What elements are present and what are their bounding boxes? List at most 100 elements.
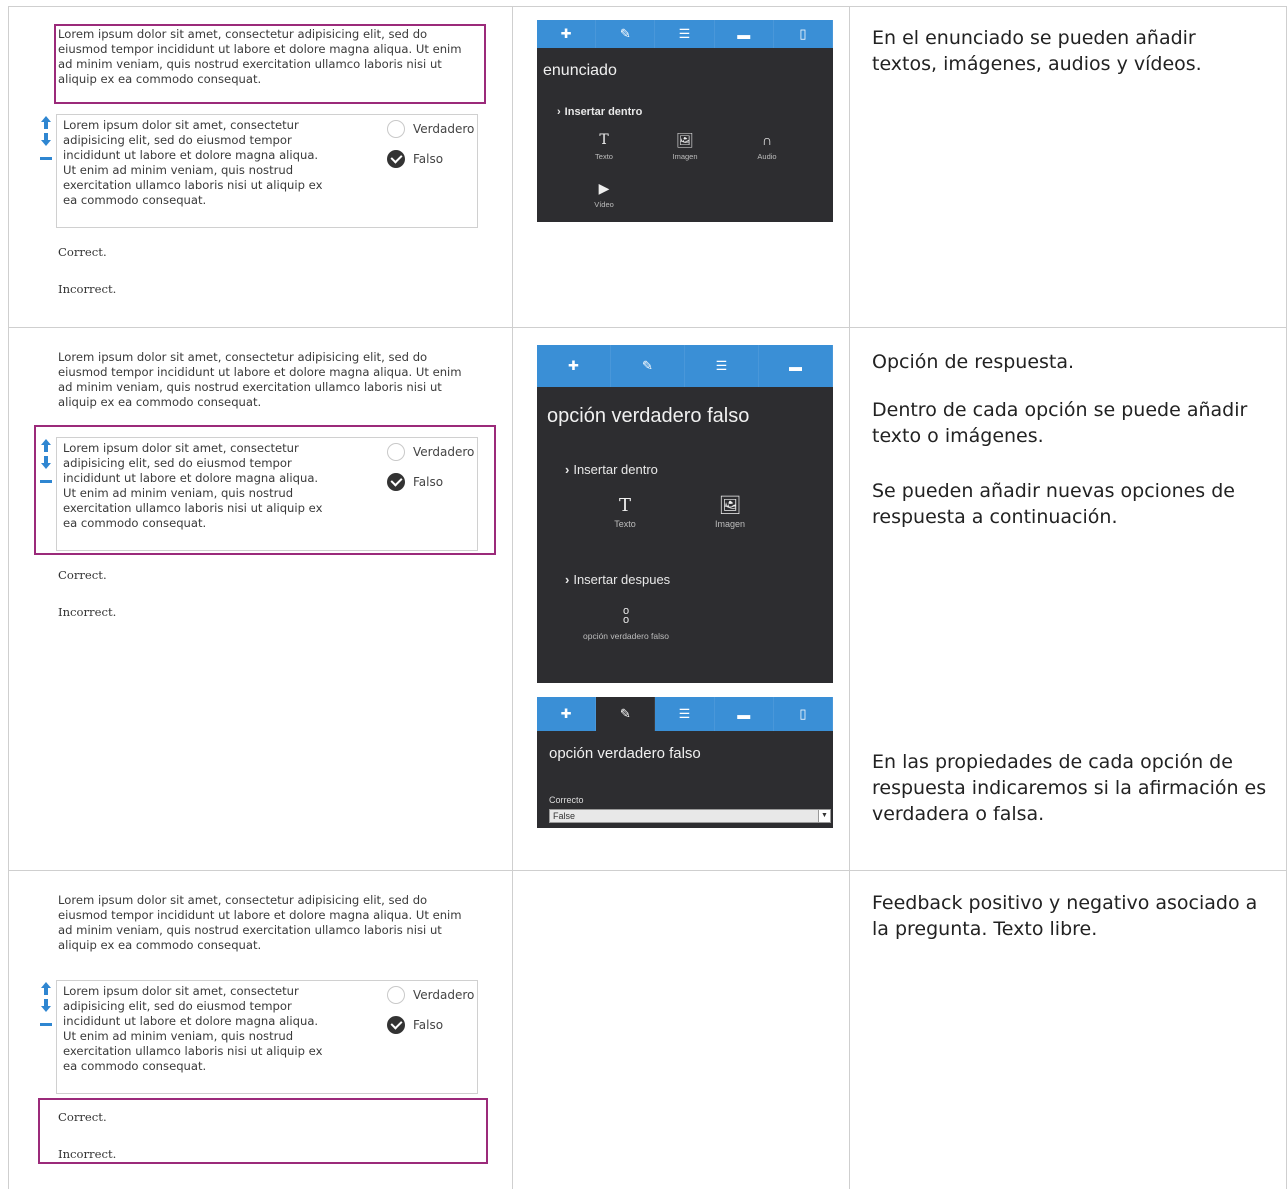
tab-comment[interactable]: ▬ <box>715 697 774 731</box>
insert-label: Insertar dentro <box>564 106 643 118</box>
insert-label: Insertar despues <box>573 572 671 587</box>
grid-line <box>512 6 513 1189</box>
grid-line <box>8 327 1287 328</box>
tool-audio[interactable]: ∩ Audio <box>737 132 797 161</box>
radio-falso[interactable]: Falso <box>387 150 443 168</box>
panel-title: enunciado <box>543 62 617 79</box>
grid-line <box>849 6 850 1189</box>
dropdown-arrow-icon[interactable]: ▼ <box>818 810 830 822</box>
tool-text[interactable]: T Texto <box>595 495 655 529</box>
tool-label: Texto <box>614 519 636 529</box>
list-icon: ☰ <box>715 358 728 373</box>
radio-label: Verdadero <box>413 988 475 1002</box>
panel-tabs: ✚ ✎ ☰ ▬ <box>537 345 833 387</box>
radio-verdadero[interactable]: Verdadero <box>387 120 474 138</box>
plus-icon: ✚ <box>568 358 579 373</box>
comment-icon: ▬ <box>737 26 751 42</box>
tool-label: Vídeo <box>594 200 614 209</box>
highlight-option <box>34 425 496 555</box>
editor-panel-properties: ✚ ✎ ☰ ▬ ▯ opción verdadero falso Correct… <box>537 697 833 828</box>
tab-add[interactable]: ✚ <box>537 345 611 387</box>
tab-add[interactable]: ✚ <box>537 20 597 48</box>
tool-video[interactable]: ▶ Vídeo <box>574 180 634 209</box>
highlight-feedback <box>38 1098 488 1164</box>
panel-title: opción verdadero falso <box>547 405 750 427</box>
insert-inside-heading[interactable]: › Insertar dentro <box>565 462 658 477</box>
reorder-arrows-icon[interactable] <box>39 115 53 175</box>
field-label: Correcto <box>549 795 584 805</box>
feedback-correct: Correct. <box>58 568 107 582</box>
tool-text[interactable]: T Texto <box>574 132 634 161</box>
insert-after-heading[interactable]: › Insertar despues <box>565 572 670 587</box>
option-text: Lorem ipsum dolor sit amet, consectetur … <box>63 118 323 207</box>
tool-image[interactable]: 🖼 Imagen <box>655 132 715 161</box>
pencil-icon: ✎ <box>619 26 631 41</box>
tool-label: Imagen <box>672 152 698 161</box>
editor-panel-statement: ✚ ✎ ☰ ▬ ▯ enunciado › Insertar dentro T Te… <box>537 20 833 222</box>
tab-device[interactable]: ▯ <box>774 697 833 731</box>
grid-line <box>8 6 9 1189</box>
chevron-right-icon: › <box>565 462 570 477</box>
editor-panel-option: ✚ ✎ ☰ ▬ opción verdadero falso › Insertar… <box>537 345 833 683</box>
answer-option: Lorem ipsum dolor sit amet, consectetur … <box>40 114 478 228</box>
feedback-incorrect: Incorrect. <box>58 282 117 296</box>
radio-checked-icon[interactable] <box>387 1016 405 1034</box>
row2-description-d: En las propiedades de cada opción de res… <box>872 751 1267 825</box>
video-icon: ▶ <box>598 180 610 196</box>
chevron-right-icon: › <box>557 106 561 118</box>
panel-tabs: ✚ ✎ ☰ ▬ ▯ <box>537 20 833 48</box>
mobile-icon: ▯ <box>799 26 807 41</box>
select-value: False <box>553 811 576 821</box>
insert-inside-heading[interactable]: › Insertar dentro <box>557 106 642 118</box>
tool-label: Audio <box>757 152 777 161</box>
tab-edit[interactable]: ✎ <box>596 20 656 48</box>
pencil-icon: ✎ <box>619 706 631 721</box>
tool-option[interactable]: o o opción verdadero falso <box>581 606 671 642</box>
tab-list[interactable]: ☰ <box>685 345 759 387</box>
text-icon: T <box>618 495 631 516</box>
plus-icon: ✚ <box>560 26 572 41</box>
answer-option: Lorem ipsum dolor sit amet, consectetur … <box>40 980 478 1094</box>
row2-description-b: Dentro de cada opción se puede añadir te… <box>872 399 1248 447</box>
image-icon: 🖼 <box>676 132 694 148</box>
tab-comment[interactable]: ▬ <box>715 20 774 48</box>
tab-edit[interactable]: ✎ <box>596 697 656 731</box>
headphones-icon: ∩ <box>761 132 773 148</box>
tool-image[interactable]: 🖼 Imagen <box>700 495 760 529</box>
tab-add[interactable]: ✚ <box>537 697 597 731</box>
plus-icon: ✚ <box>560 706 572 721</box>
radio-unchecked-icon[interactable] <box>387 120 405 138</box>
grid-line <box>8 870 1287 871</box>
tab-edit[interactable]: ✎ <box>611 345 685 387</box>
radio-unchecked-icon[interactable] <box>387 986 405 1004</box>
list-icon: ☰ <box>678 706 691 721</box>
option-text: Lorem ipsum dolor sit amet, consectetur … <box>63 984 323 1073</box>
question-statement: Lorem ipsum dolor sit amet, consectetur … <box>58 350 462 409</box>
grid-line <box>8 6 1287 7</box>
radio-checked-icon[interactable] <box>387 150 405 168</box>
insert-label: Insertar dentro <box>573 462 658 477</box>
correct-select[interactable]: False ▼ <box>549 809 831 823</box>
tool-label: opción verdadero falso <box>582 631 669 641</box>
comment-icon: ▬ <box>789 358 802 374</box>
text-icon: T <box>599 132 609 148</box>
radio-verdadero[interactable]: Verdadero <box>387 986 474 1004</box>
comment-icon: ▬ <box>737 706 751 722</box>
image-icon: 🖼 <box>718 495 742 515</box>
tool-label: Texto <box>595 152 613 161</box>
tool-label: Imagen <box>714 519 746 529</box>
tab-list[interactable]: ☰ <box>655 20 715 48</box>
radio-label: Verdadero <box>413 122 475 136</box>
panel-title: opción verdadero falso <box>549 745 701 762</box>
mobile-icon: ▯ <box>799 706 807 721</box>
reorder-arrows-icon[interactable] <box>39 981 53 1041</box>
row3-description: Feedback positivo y negativo asociado a … <box>872 892 1258 940</box>
row1-description: En el enunciado se pueden añadir textos,… <box>872 27 1202 75</box>
feedback-correct: Correct. <box>58 245 107 259</box>
radio-falso[interactable]: Falso <box>387 1016 443 1034</box>
chevron-right-icon: › <box>565 572 570 587</box>
tab-comment[interactable]: ▬ <box>759 345 833 387</box>
tab-list[interactable]: ☰ <box>655 697 715 731</box>
tab-device[interactable]: ▯ <box>774 20 833 48</box>
pencil-icon: ✎ <box>642 358 653 373</box>
